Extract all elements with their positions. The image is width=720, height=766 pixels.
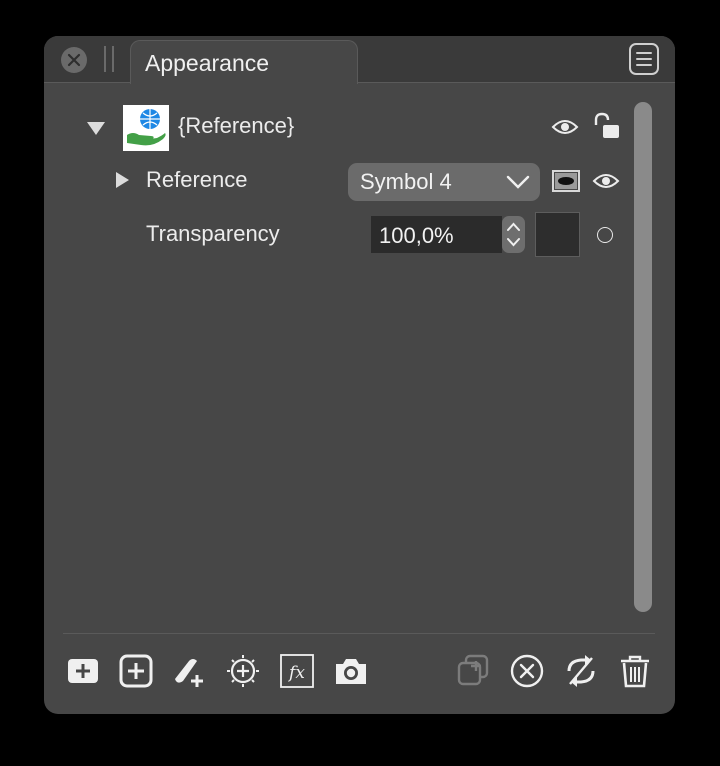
- duplicate-icon: [457, 654, 489, 686]
- trash-icon[interactable]: [617, 653, 653, 689]
- color-swatch[interactable]: [535, 212, 580, 257]
- add-brush-icon[interactable]: [171, 653, 207, 689]
- panel-menu-button[interactable]: [628, 42, 660, 76]
- add-stroke-icon[interactable]: [118, 653, 154, 689]
- reference-dropdown[interactable]: Symbol 4: [348, 163, 540, 201]
- globe-hand-icon: [127, 109, 166, 146]
- sync-icon[interactable]: [563, 653, 599, 689]
- transparency-radio[interactable]: [597, 227, 613, 243]
- add-target-icon[interactable]: [225, 653, 261, 689]
- mask-icon[interactable]: [552, 170, 580, 192]
- appearance-panel: Appearance {Reference} Reference Symbol: [44, 36, 675, 714]
- transparency-stepper[interactable]: [502, 216, 525, 253]
- close-panel-button[interactable]: [61, 47, 87, 73]
- expand-triangle-icon[interactable]: [86, 120, 106, 136]
- transparency-value: 100,0%: [379, 223, 454, 248]
- chevron-down-icon: [506, 175, 530, 189]
- add-fill-icon[interactable]: [65, 653, 101, 689]
- reference-dropdown-value: Symbol 4: [360, 169, 452, 194]
- menu-icon: [629, 43, 659, 75]
- layer-thumbnail: [123, 105, 169, 151]
- panel-titlebar: Appearance: [44, 36, 675, 84]
- transparency-input[interactable]: 100,0%: [371, 216, 502, 253]
- visibility-eye-icon[interactable]: [551, 117, 579, 137]
- camera-icon[interactable]: [333, 653, 369, 689]
- layer-name[interactable]: {Reference}: [178, 113, 294, 139]
- stepper-arrows-icon: [507, 222, 520, 247]
- fx-icon[interactable]: fx: [279, 653, 315, 689]
- drag-grip-icon[interactable]: [104, 46, 114, 72]
- tab-appearance[interactable]: Appearance: [130, 40, 358, 84]
- close-icon: [67, 53, 81, 67]
- toolbar-divider: [63, 633, 655, 634]
- transparency-label: Transparency: [146, 221, 280, 246]
- svg-text:fx: fx: [287, 663, 305, 683]
- reference-label: Reference: [146, 167, 248, 192]
- vertical-scrollbar[interactable]: [634, 102, 652, 612]
- reference-visibility-eye-icon[interactable]: [592, 171, 620, 191]
- collapsed-triangle-icon[interactable]: [114, 171, 130, 189]
- remove-icon[interactable]: [509, 653, 545, 689]
- unlocked-icon[interactable]: [593, 112, 621, 140]
- tab-appearance-label: Appearance: [145, 50, 270, 76]
